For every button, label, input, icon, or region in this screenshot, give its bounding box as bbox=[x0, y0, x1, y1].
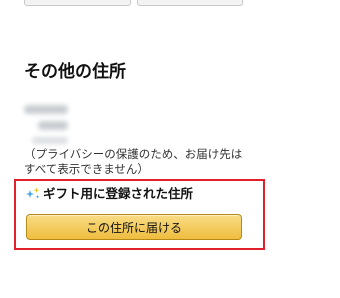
top-left-button[interactable] bbox=[24, 0, 131, 6]
redacted-line bbox=[24, 105, 68, 114]
deliver-to-this-address-button[interactable]: この住所に届ける bbox=[26, 214, 242, 240]
redacted-line bbox=[38, 121, 68, 130]
address-selection-panel: その他の住所 （プライバシーの保護のため、お届け先はすべて表示できません） ギフ… bbox=[0, 0, 340, 298]
redacted-address-name bbox=[24, 105, 86, 144]
sparkle-icon bbox=[26, 186, 41, 200]
gift-address-label: ギフト用に登録された住所 bbox=[43, 186, 194, 201]
top-right-button[interactable] bbox=[137, 0, 243, 6]
deliver-button-label: この住所に届ける bbox=[85, 220, 182, 235]
section-title: その他の住所 bbox=[24, 62, 126, 82]
gift-address-row: ギフト用に登録された住所 bbox=[26, 183, 193, 202]
redacted-line bbox=[32, 137, 68, 144]
privacy-note: （プライバシーの保護のため、お届け先はすべて表示できません） bbox=[24, 147, 243, 176]
